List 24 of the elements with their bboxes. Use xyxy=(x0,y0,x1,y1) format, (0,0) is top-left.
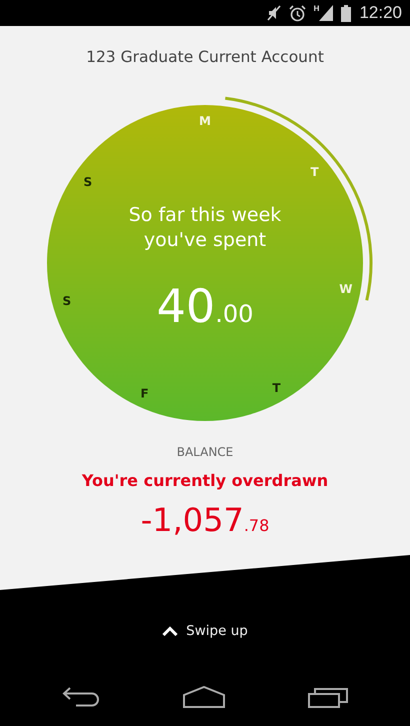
day-label: S xyxy=(84,174,92,189)
recent-apps-icon[interactable] xyxy=(308,686,348,708)
alarm-icon xyxy=(288,4,306,22)
mute-icon xyxy=(266,5,281,21)
battery-icon xyxy=(341,4,352,22)
day-label: S xyxy=(62,294,72,308)
day-label: F xyxy=(140,386,149,401)
day-label: M xyxy=(199,114,211,128)
balance-label: BALANCE xyxy=(176,444,234,461)
spent-amount: 40.00 xyxy=(156,279,254,333)
balance-amount: -1,057.78 xyxy=(140,500,270,541)
spending-caption: So far this week you've spent xyxy=(128,204,282,251)
back-icon[interactable] xyxy=(62,686,100,708)
home-icon[interactable] xyxy=(182,686,225,708)
overdrawn-message: You're currently overdrawn xyxy=(82,470,328,492)
network-type: H xyxy=(314,5,320,13)
signal-icon xyxy=(319,5,334,21)
day-label: T xyxy=(272,380,281,395)
clock-time: 12:20 xyxy=(359,3,402,23)
chevron-up-icon xyxy=(162,626,178,636)
swipe-up-button[interactable]: Swipe up xyxy=(162,620,248,642)
day-label: W xyxy=(339,282,352,296)
day-label: T xyxy=(310,165,319,180)
account-title: 123 Graduate Current Account xyxy=(86,48,324,66)
